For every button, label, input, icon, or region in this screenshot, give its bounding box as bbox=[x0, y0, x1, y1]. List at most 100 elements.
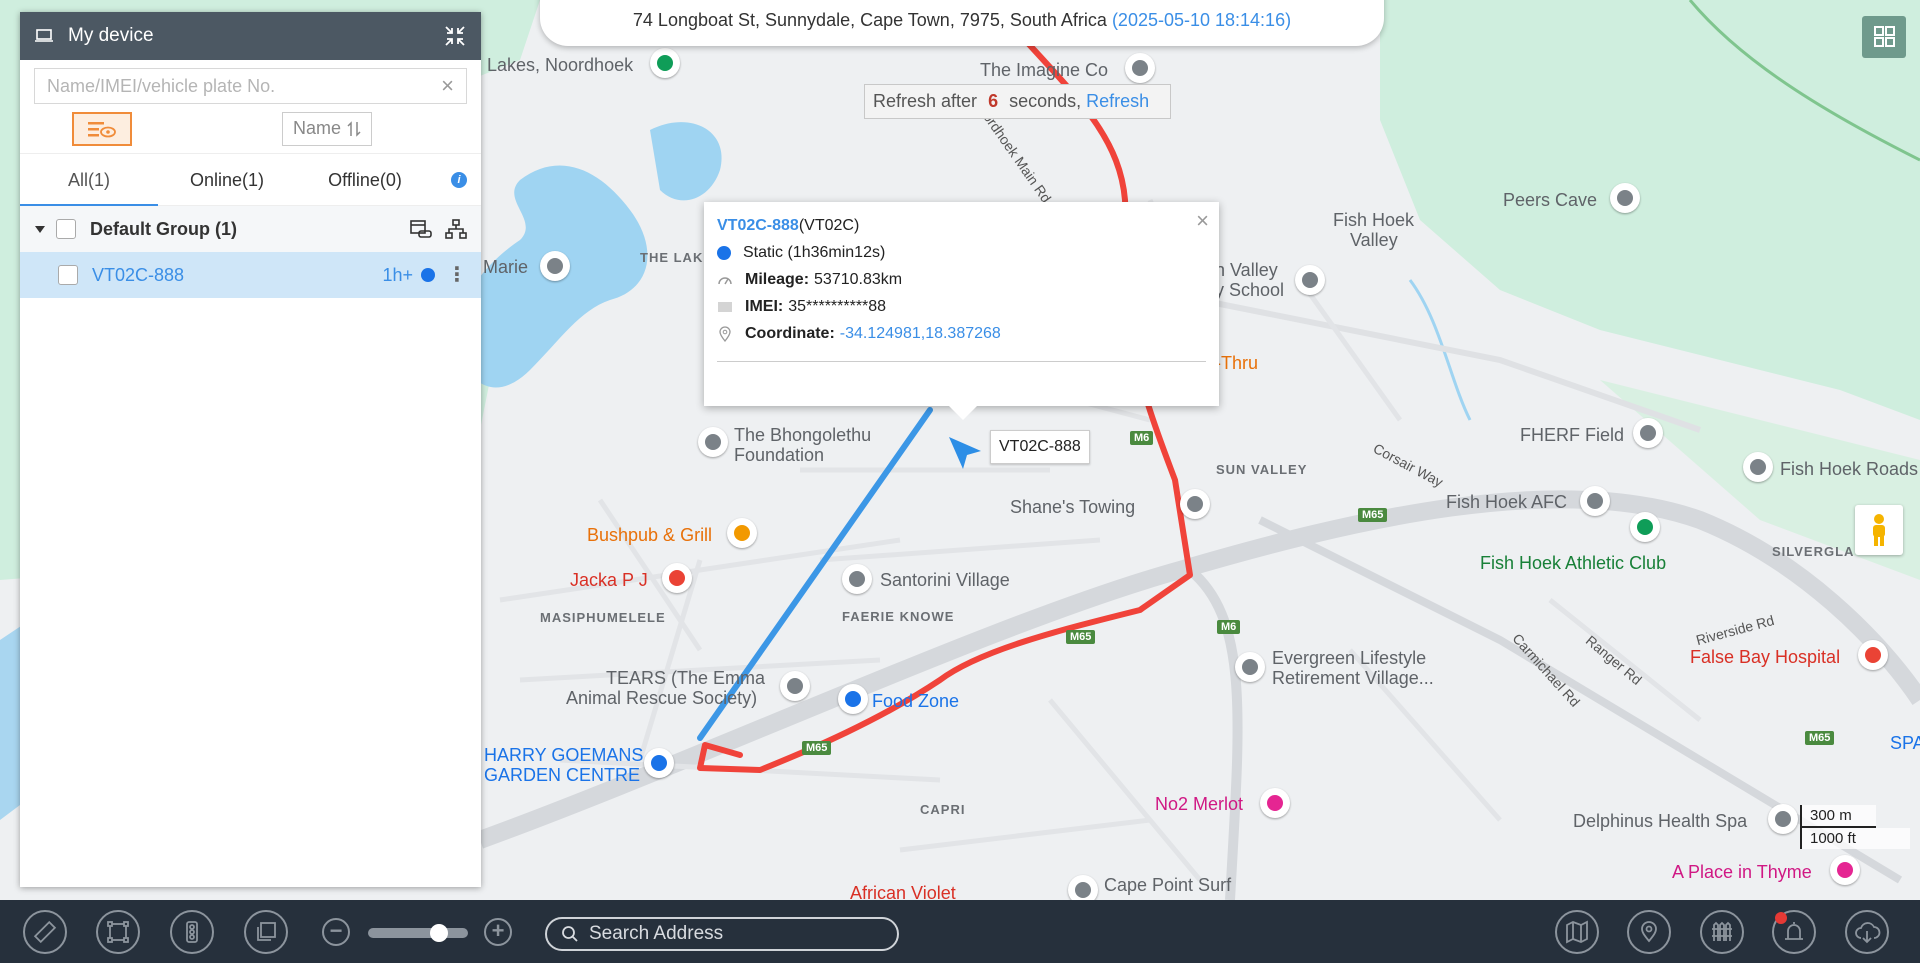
layers-button[interactable] bbox=[244, 910, 288, 954]
popup-status: Static (1h36min12s) bbox=[743, 243, 886, 261]
poi-pin[interactable] bbox=[1610, 183, 1640, 213]
map-label: MASIPHUMELELE bbox=[540, 610, 666, 625]
poi-pin[interactable] bbox=[1295, 265, 1325, 295]
map-label: y School bbox=[1215, 280, 1285, 300]
map-route-button[interactable] bbox=[1555, 910, 1599, 954]
fence-button[interactable] bbox=[1700, 910, 1744, 954]
zoom-in-icon[interactable]: + bbox=[484, 918, 512, 946]
device-search-field[interactable]: × bbox=[34, 68, 467, 104]
poi-pin[interactable] bbox=[662, 563, 692, 593]
poi-pin[interactable] bbox=[1068, 875, 1098, 900]
zoom-slider-handle[interactable] bbox=[430, 924, 448, 942]
poi-pin[interactable] bbox=[1858, 640, 1888, 670]
poi-pin[interactable] bbox=[1260, 788, 1290, 818]
folded-map-icon bbox=[1566, 920, 1588, 944]
poi-pin[interactable] bbox=[1235, 652, 1265, 682]
vehicle-schedule-icon[interactable] bbox=[409, 217, 433, 241]
poi-pin[interactable] bbox=[1125, 53, 1155, 83]
poi-pin[interactable] bbox=[1580, 486, 1610, 516]
ruler-button[interactable] bbox=[23, 910, 67, 954]
map-layer-button[interactable] bbox=[1862, 16, 1906, 58]
area-select-icon bbox=[107, 921, 129, 943]
address-search-field[interactable] bbox=[545, 917, 899, 951]
popup-coord-value[interactable]: -34.124981,18.387268 bbox=[840, 325, 1001, 343]
traffic-button[interactable] bbox=[170, 910, 214, 954]
filter-button[interactable] bbox=[72, 111, 132, 146]
popup-mileage-value: 53710.83km bbox=[814, 270, 903, 288]
poi-pin[interactable] bbox=[698, 427, 728, 457]
group-row[interactable]: Default Group (1) bbox=[20, 206, 481, 252]
popup-mileage-label: Mileage: bbox=[745, 270, 810, 288]
map-label: The Bhongolethu bbox=[734, 425, 872, 445]
map-label: TEARS (The Emma bbox=[606, 668, 766, 688]
group-checkbox[interactable] bbox=[56, 219, 76, 239]
scale-imperial: 1000 ft bbox=[1800, 828, 1910, 849]
poi-pin[interactable] bbox=[1743, 452, 1773, 482]
poi-pin[interactable] bbox=[650, 48, 680, 78]
refresh-count: 6 bbox=[988, 91, 999, 111]
map-label: Lakes, Noordhoek bbox=[487, 55, 634, 75]
poi-pin[interactable] bbox=[838, 684, 868, 714]
poi-pin[interactable] bbox=[1768, 804, 1798, 834]
zoom-slider[interactable] bbox=[368, 928, 468, 938]
street-view-button[interactable] bbox=[1855, 505, 1903, 555]
tab-online[interactable]: Online(1) bbox=[158, 154, 296, 206]
clear-icon[interactable]: × bbox=[441, 73, 454, 99]
popup-coord-label: Coordinate: bbox=[745, 324, 835, 342]
hierarchy-icon[interactable] bbox=[445, 218, 467, 240]
poi-pin[interactable] bbox=[780, 671, 810, 701]
poi-pin[interactable] bbox=[842, 564, 872, 594]
map-label: Fish Hoek Athletic Club bbox=[1480, 553, 1667, 573]
sort-by-name-button[interactable]: Name bbox=[282, 111, 372, 146]
route-shield: M65 bbox=[802, 741, 832, 755]
vehicle-label[interactable]: VT02C-888 bbox=[990, 430, 1090, 464]
map-label: -Thru bbox=[1215, 353, 1259, 373]
tab-all[interactable]: All(1) bbox=[20, 154, 158, 206]
more-vertical-icon[interactable]: ⋮ bbox=[447, 265, 467, 285]
online-status-icon bbox=[421, 268, 435, 282]
poi-pin[interactable] bbox=[1630, 512, 1660, 542]
device-checkbox[interactable] bbox=[58, 265, 78, 285]
device-search-input[interactable] bbox=[47, 75, 442, 97]
area-select-button[interactable] bbox=[96, 910, 140, 954]
map-label: CAPRI bbox=[920, 802, 966, 817]
status-dot-icon bbox=[717, 245, 731, 260]
map-label: FHERF Field bbox=[1520, 425, 1625, 445]
poi-pin[interactable] bbox=[1180, 489, 1210, 519]
device-name[interactable]: VT02C-888 bbox=[92, 265, 382, 286]
map-label: Delphinus Health Spa bbox=[1573, 811, 1748, 831]
map-label: Santorini Village bbox=[880, 570, 1010, 590]
info-icon[interactable]: i bbox=[451, 172, 467, 188]
popup-device-name[interactable]: VT02C-888 bbox=[717, 217, 799, 235]
alarm-notification-badge bbox=[1775, 912, 1787, 924]
poi-pin[interactable] bbox=[644, 748, 674, 778]
geofence-button[interactable] bbox=[1627, 910, 1671, 954]
popup-imei-value: 35**********88 bbox=[788, 297, 887, 315]
collapse-icon[interactable] bbox=[443, 24, 467, 48]
poi-pin[interactable] bbox=[1830, 855, 1860, 885]
fence-icon bbox=[1712, 921, 1732, 941]
panel-header: My device bbox=[20, 12, 481, 60]
search-icon bbox=[562, 926, 578, 942]
refresh-link[interactable]: Refresh bbox=[1086, 91, 1149, 111]
popup-close-icon[interactable]: × bbox=[1196, 208, 1209, 234]
map-label: Cape Point Surf bbox=[1104, 875, 1232, 895]
poi-pin[interactable] bbox=[540, 251, 570, 281]
cloud-download-icon bbox=[1855, 922, 1881, 944]
zoom-out-icon[interactable]: − bbox=[322, 918, 350, 946]
device-row[interactable]: VT02C-888 1h+ ⋮ bbox=[20, 252, 481, 298]
map-label: Marie bbox=[483, 257, 529, 277]
tab-offline[interactable]: Offline(0) bbox=[296, 154, 434, 206]
device-time: 1h+ bbox=[382, 264, 413, 285]
address-search-input[interactable] bbox=[589, 923, 883, 945]
list-view-icon bbox=[88, 121, 116, 137]
poi-pin[interactable] bbox=[727, 518, 757, 548]
scale-metric: 300 m bbox=[1800, 805, 1876, 828]
vehicle-arrow-icon[interactable] bbox=[945, 433, 985, 473]
caret-down-icon[interactable] bbox=[34, 224, 46, 234]
device-panel: My device × Name bbox=[20, 12, 481, 887]
poi-pin[interactable] bbox=[1633, 418, 1663, 448]
map-label: SILVERGLA bbox=[1772, 544, 1855, 559]
map-label: Jacka P J bbox=[570, 570, 648, 590]
download-button[interactable] bbox=[1845, 910, 1889, 954]
